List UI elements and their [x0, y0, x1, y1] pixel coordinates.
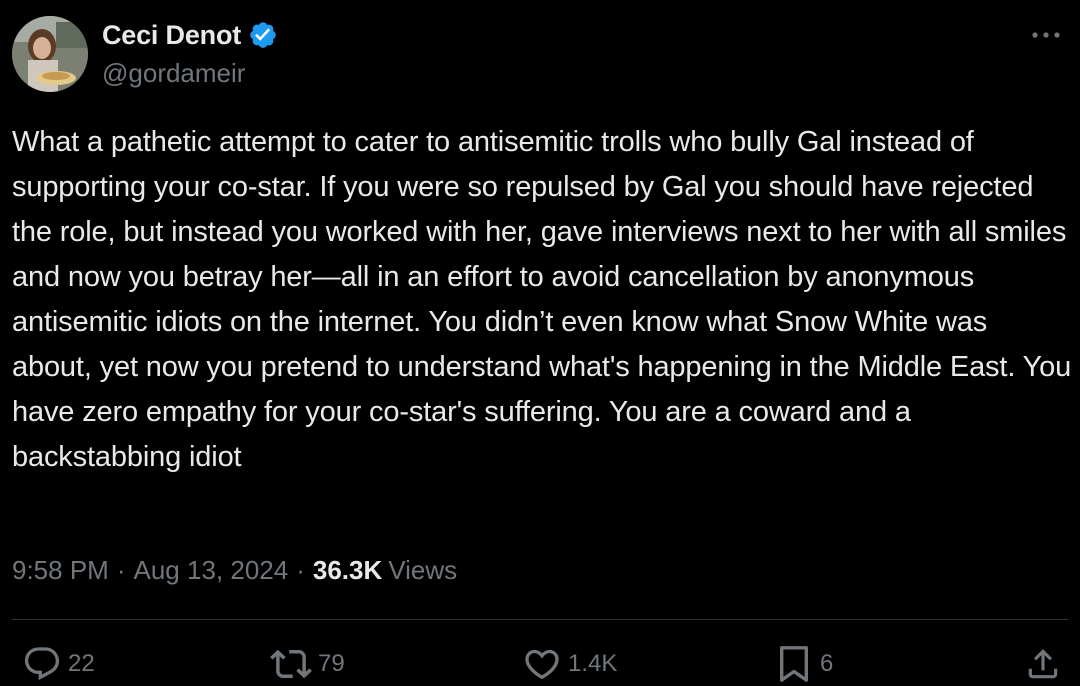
bookmark-button[interactable]: 6 — [776, 642, 833, 686]
verified-badge-icon[interactable] — [248, 20, 278, 50]
more-options-icon[interactable] — [1026, 22, 1066, 48]
repost-count: 79 — [318, 650, 345, 677]
views-label[interactable]: Views — [388, 555, 457, 586]
action-bar: 22 79 1.4K 6 — [0, 642, 1080, 686]
repost-icon — [270, 643, 312, 685]
views-count[interactable]: 36.3K — [313, 555, 382, 586]
reply-button[interactable]: 22 — [22, 642, 95, 686]
heart-icon — [522, 644, 562, 684]
author-handle[interactable]: @gordameir — [102, 58, 245, 89]
meta-separator: · — [116, 554, 126, 585]
like-button[interactable]: 1.4K — [522, 642, 617, 686]
divider — [12, 619, 1068, 620]
meta-separator: · — [296, 554, 305, 585]
bookmark-count: 6 — [820, 650, 834, 677]
reply-icon — [22, 644, 62, 684]
avatar[interactable] — [12, 16, 88, 92]
repost-button[interactable]: 79 — [270, 642, 345, 686]
tweet-text: What a pathetic attempt to cater to anti… — [12, 126, 1072, 473]
reply-count: 22 — [68, 650, 95, 677]
share-button[interactable] — [1024, 642, 1062, 686]
like-count: 1.4K — [568, 650, 618, 677]
tweet-meta: 9:58 PM · Aug 13, 2024 · 36.3K Views — [12, 552, 457, 588]
share-icon — [1024, 644, 1062, 684]
bookmark-icon — [776, 644, 812, 684]
display-name[interactable]: Ceci Denot — [102, 20, 241, 51]
tweet-date[interactable]: Aug 13, 2024 — [134, 555, 289, 586]
tweet-time[interactable]: 9:58 PM — [12, 555, 109, 586]
